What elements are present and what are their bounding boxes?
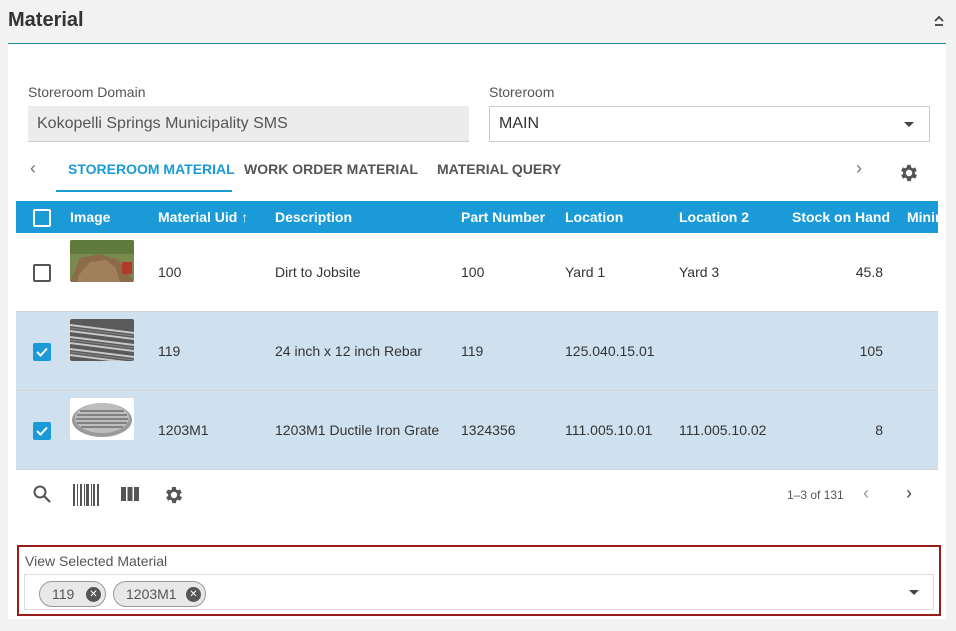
cell-material-uid: 1203M1 — [158, 422, 209, 438]
cell-description: 24 inch x 12 inch Rebar — [275, 343, 423, 359]
table-row[interactable]: 100 Dirt to Jobsite 100 Yard 1 Yard 3 45… — [16, 233, 938, 312]
cell-part-number: 119 — [461, 343, 484, 359]
chevron-down-icon[interactable] — [904, 122, 914, 127]
active-tab-indicator — [56, 190, 232, 192]
cell-location: 111.005.10.01 — [565, 422, 653, 438]
chip-remove-icon[interactable]: ✕ — [186, 587, 201, 602]
table-settings-gear-icon[interactable] — [163, 484, 185, 506]
tab-storeroom-material[interactable]: STOREROOM MATERIAL — [68, 161, 235, 177]
storeroom-value: MAIN — [499, 115, 539, 132]
row-checkbox[interactable] — [33, 422, 51, 440]
cell-part-number: 1324356 — [461, 422, 516, 438]
column-header-description[interactable]: Description — [275, 209, 352, 225]
table-header: Image Material Uid ↑ Description Part Nu… — [16, 201, 938, 233]
cell-part-number: 100 — [461, 264, 485, 280]
cell-location: Yard 1 — [565, 264, 606, 280]
selected-material-chips-input[interactable]: 119 ✕ 1203M1 ✕ — [24, 574, 934, 610]
tab-scroll-left-icon[interactable]: ‹ — [30, 158, 36, 179]
column-header-location[interactable]: Location — [565, 209, 623, 225]
cell-location-2: 111.005.10.02 — [679, 422, 767, 438]
tab-scroll-right-icon[interactable]: › — [856, 158, 862, 179]
chip-1203M1[interactable]: 1203M1 ✕ — [113, 581, 206, 607]
pager-range: 1–3 of 131 — [787, 488, 844, 502]
cell-material-uid: 100 — [158, 264, 182, 280]
gear-icon[interactable] — [898, 162, 920, 184]
columns-icon[interactable] — [121, 487, 139, 501]
chip-remove-icon[interactable]: ✕ — [86, 587, 101, 602]
panel-title: Material — [8, 9, 84, 31]
table-row[interactable]: 1203M1 1203M1 Ductile Iron Grate 1324356… — [16, 391, 938, 470]
cell-location: 125.040.15.01 — [565, 343, 655, 359]
checkmark-icon — [36, 426, 48, 436]
column-header-image: Image — [70, 209, 111, 225]
column-header-part-number[interactable]: Part Number — [461, 209, 545, 225]
tab-material-query[interactable]: MATERIAL QUERY — [437, 161, 561, 177]
pager-prev-icon[interactable]: ‹ — [863, 483, 869, 504]
grate-photo-icon — [70, 398, 134, 440]
storeroom-domain-label: Storeroom Domain — [28, 84, 146, 100]
cell-location-2: Yard 3 — [679, 264, 720, 280]
cell-stock-on-hand: 105 — [859, 343, 883, 359]
view-selected-material-field: View Selected Material 119 ✕ 1203M1 ✕ — [17, 545, 941, 616]
column-header-location-2[interactable]: Location 2 — [679, 209, 749, 225]
chevron-down-icon[interactable] — [909, 590, 919, 595]
row-checkbox[interactable] — [33, 264, 51, 282]
rebar-photo-icon — [70, 319, 134, 361]
storeroom-select[interactable]: MAIN — [489, 106, 930, 142]
cell-material-uid: 119 — [158, 343, 181, 359]
row-checkbox[interactable] — [33, 343, 51, 361]
pager-next-icon[interactable]: › — [906, 483, 912, 504]
cell-stock-on-hand: 45.8 — [855, 264, 883, 280]
barcode-icon[interactable] — [73, 484, 99, 506]
column-header-minimum[interactable]: Minim — [907, 209, 938, 225]
sort-ascending-icon[interactable]: ↑ — [241, 209, 248, 225]
search-icon[interactable] — [32, 484, 52, 504]
cell-description: 1203M1 Ductile Iron Grate — [275, 422, 440, 438]
cell-description: Dirt to Jobsite — [275, 264, 361, 280]
storeroom-domain-field: Kokopelli Springs Municipality SMS — [28, 106, 469, 142]
material-uid-header-label: Material Uid — [158, 209, 238, 225]
cell-stock-on-hand: 8 — [875, 422, 883, 438]
column-header-stock-on-hand[interactable]: Stock on Hand — [792, 209, 890, 225]
panel-header: Material — [0, 0, 956, 44]
dirt-photo-icon — [70, 240, 134, 282]
table-row[interactable]: 119 24 inch x 12 inch Rebar 119 125.040.… — [16, 312, 938, 391]
chip-label: 1203M1 — [126, 586, 177, 602]
view-selected-material-label: View Selected Material — [25, 553, 168, 569]
chip-119[interactable]: 119 ✕ — [39, 581, 106, 607]
chip-label: 119 — [52, 586, 75, 602]
collapse-icon[interactable] — [930, 12, 948, 30]
checkmark-icon — [36, 347, 48, 357]
select-all-checkbox[interactable] — [33, 209, 51, 227]
storeroom-domain-value: Kokopelli Springs Municipality SMS — [37, 115, 288, 132]
material-table: Image Material Uid ↑ Description Part Nu… — [16, 201, 938, 470]
tab-work-order-material[interactable]: WORK ORDER MATERIAL — [244, 161, 418, 177]
storeroom-label: Storeroom — [489, 84, 555, 100]
column-header-material-uid[interactable]: Material Uid ↑ — [158, 209, 248, 225]
